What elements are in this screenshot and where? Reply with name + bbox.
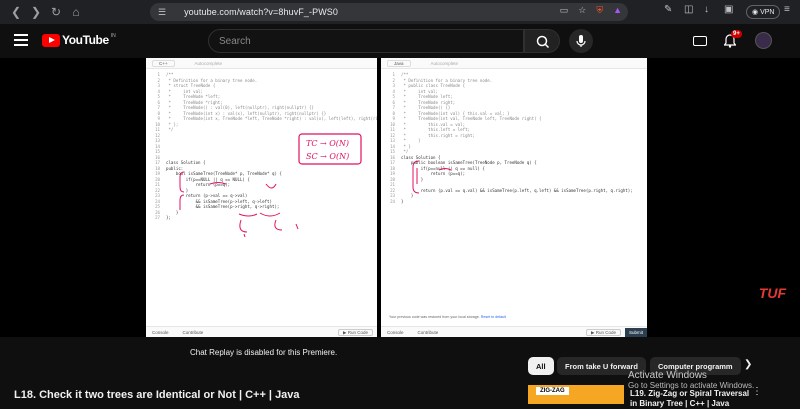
- vpn-button[interactable]: ◉ VPN: [746, 5, 781, 19]
- youtube-play-logo-icon: [42, 33, 60, 47]
- chevron-right-icon[interactable]: ❯: [744, 359, 752, 370]
- wallet-icon[interactable]: ▣: [724, 4, 733, 15]
- forward-icon[interactable]: ❯: [26, 2, 46, 22]
- search-icon: [536, 35, 550, 49]
- editor-footer: Console Contribute ▶ Run Code: [146, 326, 377, 337]
- related-title-line2: in Binary Tree | C++ | Java: [630, 399, 730, 408]
- run-code-button[interactable]: ▶ Run Code: [586, 329, 621, 336]
- voice-search-button[interactable]: [569, 29, 593, 53]
- more-vertical-icon[interactable]: ⋮: [752, 386, 762, 397]
- rewards-icon[interactable]: ▲: [613, 5, 622, 16]
- restore-text: Your previous code was restored from you…: [389, 315, 480, 319]
- back-icon[interactable]: ❮: [6, 2, 26, 22]
- channel-watermark[interactable]: TUF: [759, 285, 786, 301]
- restore-notice: Your previous code was restored from you…: [389, 315, 506, 319]
- search-button[interactable]: [524, 29, 560, 53]
- guide-menu-icon[interactable]: [14, 34, 28, 46]
- run-code-button[interactable]: ▶ Run Code: [338, 329, 373, 336]
- time-complexity-note: TC → O(N): [306, 139, 349, 148]
- bookmark-icon[interactable]: ☆: [578, 5, 586, 16]
- logo-text: YouTube: [62, 33, 109, 47]
- thumbnail-label: ZIG-ZAG: [536, 387, 569, 395]
- contribute-link[interactable]: Contribute: [418, 330, 439, 335]
- youtube-masthead: YouTube IN Search 9+: [0, 24, 800, 58]
- download-icon[interactable]: ↓: [704, 4, 709, 15]
- space-complexity-note: SC → O(N): [306, 152, 349, 161]
- cpp-code-editor: C++ Autocomplete 1/** 2 * Definition for …: [146, 58, 377, 337]
- chip-all[interactable]: All: [528, 357, 554, 375]
- pen-annotations: [412, 160, 452, 194]
- create-video-icon[interactable]: [693, 36, 707, 46]
- contribute-link[interactable]: Contribute: [183, 330, 204, 335]
- video-title: L18. Check it two trees are Identical or…: [14, 389, 300, 401]
- account-avatar[interactable]: [755, 32, 772, 49]
- menu-icon[interactable]: ≡: [784, 4, 790, 15]
- url-text: youtube.com/watch?v=8huvF_-PWS0: [184, 7, 339, 17]
- editor-footer: Console Contribute ▶ Run Code Submit: [381, 326, 647, 337]
- extensions-icon[interactable]: ✎: [664, 4, 672, 15]
- youtube-logo[interactable]: YouTube IN: [42, 33, 116, 47]
- java-code-editor: Java Autocomplete 1/** 2 * Definition for…: [381, 58, 647, 337]
- cast-icon[interactable]: ▭: [560, 5, 569, 16]
- pen-annotations: TC → O(N) SC → O(N): [179, 133, 362, 238]
- submit-button[interactable]: Submit: [624, 328, 647, 337]
- run-code-label: Run Code: [347, 330, 368, 335]
- home-icon[interactable]: ⌂: [66, 2, 86, 22]
- search-input[interactable]: Search: [208, 29, 524, 53]
- activate-windows-watermark: Activate Windows Go to Settings to activ…: [628, 371, 754, 391]
- video-player[interactable]: C++ Autocomplete 1/** 2 * Definition for …: [0, 58, 800, 337]
- brave-shield-icon[interactable]: ⛨: [596, 5, 603, 16]
- microphone-icon: [576, 35, 586, 47]
- vpn-label: VPN: [760, 8, 775, 16]
- sidebar-icon[interactable]: ◫: [684, 4, 693, 15]
- run-code-label: Run Code: [595, 330, 616, 335]
- below-player: Chat Replay is disabled for this Premier…: [0, 337, 800, 408]
- reload-icon[interactable]: ↻: [46, 2, 66, 22]
- activate-title: Activate Windows: [628, 370, 707, 381]
- browser-toolbar: ❮ ❯ ↻ ⌂ ☰ youtube.com/watch?v=8huvF_-PWS…: [0, 0, 800, 24]
- related-video-thumbnail[interactable]: ZIG-ZAG: [528, 385, 624, 404]
- related-title-line1: L19. Zig-Zag or Spiral Traversal: [630, 389, 750, 398]
- console-tab[interactable]: Console: [387, 330, 404, 335]
- chat-replay-notice: Chat Replay is disabled for this Premier…: [190, 348, 338, 357]
- notification-count-badge: 9+: [731, 30, 742, 38]
- reset-to-default-link[interactable]: Reset to default: [481, 315, 506, 319]
- related-video-title[interactable]: L19. Zig-Zag or Spiral Traversal in Bina…: [630, 389, 749, 409]
- country-code: IN: [110, 33, 116, 39]
- address-bar[interactable]: ☰ youtube.com/watch?v=8huvF_-PWS0 ▭ ☆ ⛨ …: [150, 3, 628, 21]
- site-settings-icon[interactable]: ☰: [158, 7, 166, 18]
- console-tab[interactable]: Console: [152, 330, 169, 335]
- vpn-icon: ◉: [752, 9, 761, 16]
